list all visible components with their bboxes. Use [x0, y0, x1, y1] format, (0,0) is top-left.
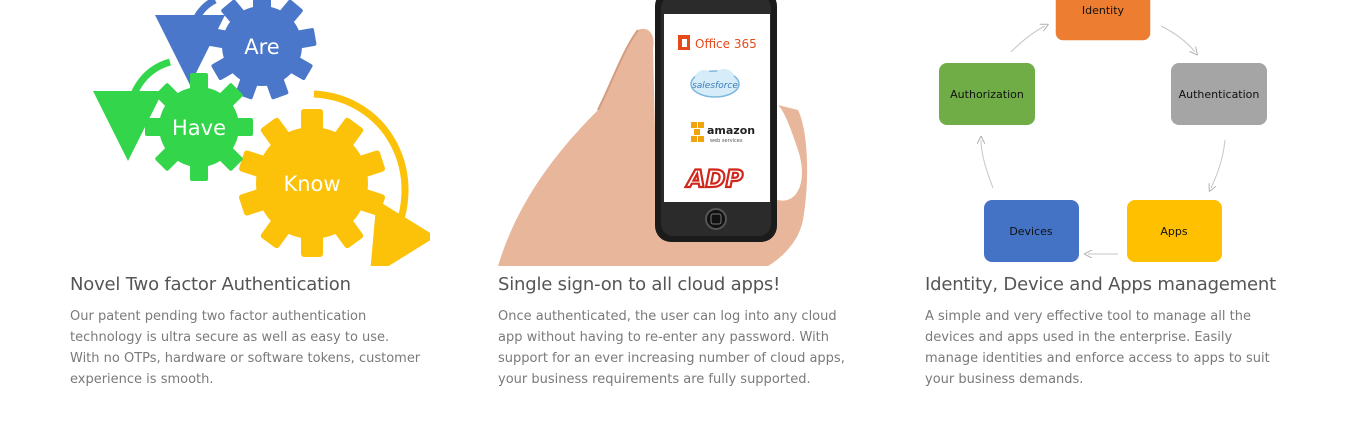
- are-gear: Are: [207, 0, 317, 100]
- arrow-authentication-apps: [1211, 139, 1226, 188]
- feature-description: A simple and very effective tool to mana…: [925, 309, 1270, 387]
- salesforce-logo: salesforce: [690, 69, 740, 98]
- identity-label: Identity: [1082, 4, 1125, 17]
- phone-in-hand-graphic: Office 365 salesforce amazon web service…: [498, 0, 808, 267]
- feature-title: Identity, Device and Apps management: [925, 274, 1276, 295]
- identity-node: Identity: [1054, 0, 1152, 42]
- arrow-identity-authentication: [1160, 25, 1195, 52]
- devices-node: Devices: [984, 200, 1079, 262]
- feature-identity-management: Identity Authorization Authentication De…: [925, 0, 1285, 387]
- amazon-sub-label: web services: [710, 138, 743, 144]
- adp-label: ADP: [685, 165, 743, 193]
- authentication-node: Authentication: [1171, 63, 1267, 125]
- sso-phone-illustration: Office 365 salesforce amazon web service…: [498, 0, 858, 267]
- arrow-devices-authorization: [981, 140, 994, 189]
- apps-node: Apps: [1127, 200, 1222, 262]
- adp-logo: ADP: [684, 164, 745, 194]
- authorization-label: Authorization: [950, 88, 1024, 101]
- authentication-label: Authentication: [1179, 88, 1260, 101]
- two-factor-gears-illustration: Know Are Have: [70, 0, 437, 278]
- know-label: Know: [283, 172, 340, 196]
- feature-description: Our patent pending two factor authentica…: [70, 309, 421, 387]
- cycle-diagram-graphic: Identity Authorization Authentication De…: [939, 0, 1267, 262]
- home-button-icon: [705, 208, 727, 230]
- feature-title: Novel Two factor Authentication: [70, 274, 351, 295]
- feature-two-factor: Know Are Have Novel Two factor Authentic…: [70, 0, 437, 387]
- salesforce-label: salesforce: [692, 81, 738, 91]
- gears-graphic: Know Are Have: [93, 0, 437, 278]
- are-label: Are: [244, 35, 279, 59]
- authorization-node: Authorization: [939, 63, 1035, 125]
- devices-label: Devices: [1009, 225, 1053, 238]
- have-label: Have: [172, 116, 226, 140]
- feature-title: Single sign-on to all cloud apps!: [498, 274, 781, 295]
- office365-label: Office 365: [695, 37, 757, 51]
- identity-cycle-diagram: Identity Authorization Authentication De…: [925, 0, 1285, 266]
- amazon-label: amazon: [707, 124, 755, 137]
- arrow-authorization-identity: [1010, 26, 1045, 53]
- apps-label: Apps: [1160, 225, 1187, 238]
- feature-single-sign-on: Office 365 salesforce amazon web service…: [498, 0, 858, 387]
- have-gear: Have: [145, 73, 253, 181]
- office365-logo: Office 365: [678, 35, 757, 51]
- know-gear: Know: [239, 109, 385, 257]
- feature-description: Once authenticated, the user can log int…: [498, 309, 845, 387]
